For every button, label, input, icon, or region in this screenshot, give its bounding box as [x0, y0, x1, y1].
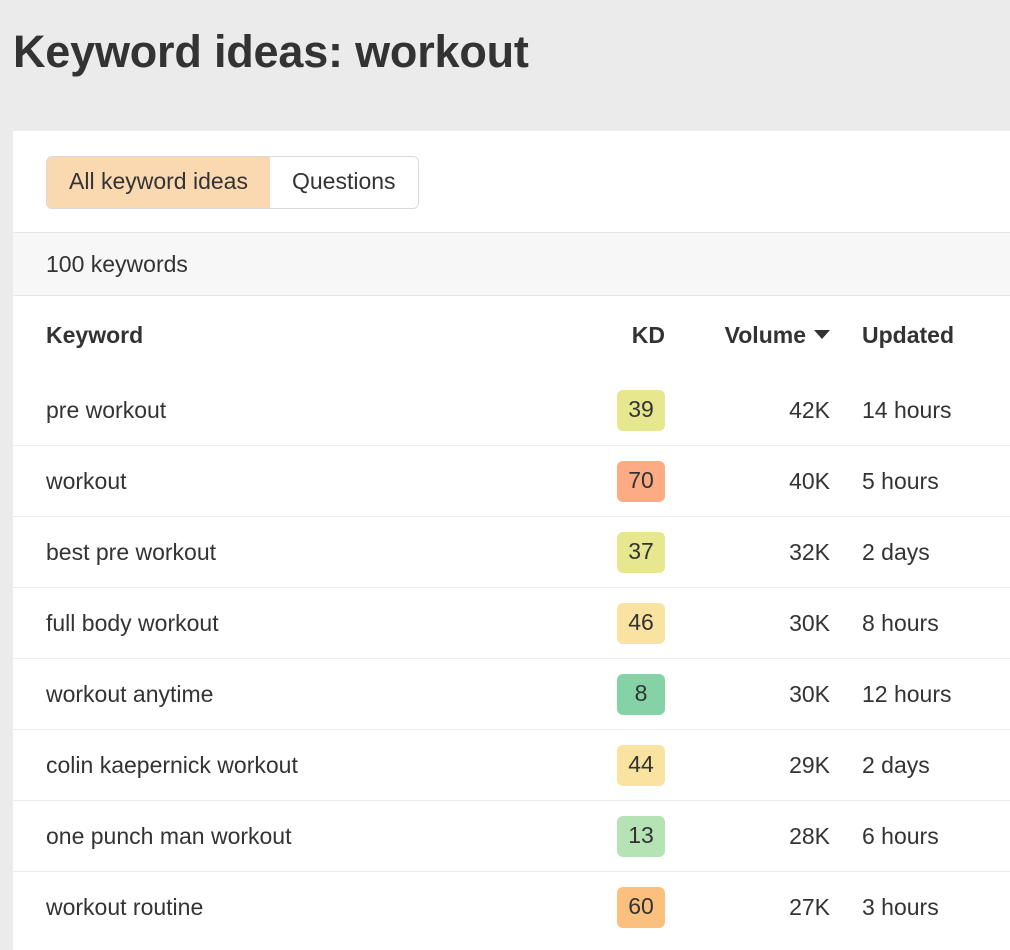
page-header: Keyword ideas: workout — [0, 0, 1010, 131]
cell-keyword[interactable]: best pre workout — [13, 517, 581, 588]
cell-keyword[interactable]: workout routine — [13, 872, 581, 943]
cell-kd: 8 — [581, 659, 665, 730]
cell-keyword[interactable]: one punch man workout — [13, 801, 581, 872]
cell-volume: 30K — [665, 659, 842, 730]
keyword-ideas-card: All keyword ideas Questions 100 keywords… — [13, 131, 1010, 950]
kd-badge: 70 — [617, 461, 665, 502]
cell-keyword[interactable]: full body workout — [13, 588, 581, 659]
cell-updated: 2 days — [842, 730, 1010, 801]
keyword-table-body: pre workout 3942K14 hours workout 7040K5 ho… — [13, 375, 1010, 942]
keyword-table: Keyword KD Volume Updated pre workout394… — [13, 296, 1010, 942]
caret-down-icon[interactable] — [814, 330, 830, 339]
kd-badge: 60 — [617, 887, 665, 928]
table-row[interactable]: workout anytime 830K12 hours — [13, 659, 1010, 730]
cell-keyword[interactable]: colin kaepernick workout — [13, 730, 581, 801]
kd-badge: 37 — [617, 532, 665, 573]
keyword-table-header: Keyword KD Volume Updated — [13, 296, 1010, 375]
cell-updated: 3 hours — [842, 872, 1010, 943]
table-row[interactable]: colin kaepernick workout 4429K2 days — [13, 730, 1010, 801]
cell-volume: 42K — [665, 375, 842, 446]
column-header-updated[interactable]: Updated — [842, 296, 1010, 375]
cell-keyword[interactable]: pre workout — [13, 375, 581, 446]
kd-badge: 13 — [617, 816, 665, 857]
table-row[interactable]: one punch man workout 1328K6 hours — [13, 801, 1010, 872]
cell-updated: 5 hours — [842, 446, 1010, 517]
column-header-keyword[interactable]: Keyword — [13, 296, 581, 375]
kd-badge: 39 — [617, 390, 665, 431]
cell-volume: 40K — [665, 446, 842, 517]
cell-kd: 39 — [581, 375, 665, 446]
table-row[interactable]: best pre workout 3732K2 days — [13, 517, 1010, 588]
table-header-row: Keyword KD Volume Updated — [13, 296, 1010, 375]
tab-all-keyword-ideas[interactable]: All keyword ideas — [47, 157, 270, 208]
column-header-volume[interactable]: Volume — [665, 296, 842, 375]
cell-updated: 14 hours — [842, 375, 1010, 446]
cell-updated: 2 days — [842, 517, 1010, 588]
kd-badge: 46 — [617, 603, 665, 644]
cell-keyword[interactable]: workout — [13, 446, 581, 517]
kd-badge: 44 — [617, 745, 665, 786]
cell-keyword[interactable]: workout anytime — [13, 659, 581, 730]
table-row[interactable]: pre workout 3942K14 hours — [13, 375, 1010, 446]
keyword-ideas-page: Keyword ideas: workout All keyword ideas… — [0, 0, 1010, 950]
column-header-volume-label: Volume — [725, 322, 806, 348]
cell-kd: 44 — [581, 730, 665, 801]
table-row[interactable]: workout 7040K5 hours — [13, 446, 1010, 517]
keyword-count-label: 100 keywords — [46, 251, 188, 278]
column-header-kd[interactable]: KD — [581, 296, 665, 375]
tab-group: All keyword ideas Questions — [46, 156, 419, 209]
cell-kd: 13 — [581, 801, 665, 872]
cell-updated: 6 hours — [842, 801, 1010, 872]
cell-volume: 27K — [665, 872, 842, 943]
cell-kd: 60 — [581, 872, 665, 943]
tabs-bar: All keyword ideas Questions — [13, 131, 1010, 232]
keyword-count-band: 100 keywords — [13, 232, 1010, 296]
cell-volume: 28K — [665, 801, 842, 872]
table-row[interactable]: full body workout 4630K8 hours — [13, 588, 1010, 659]
cell-volume: 32K — [665, 517, 842, 588]
cell-kd: 70 — [581, 446, 665, 517]
kd-badge: 8 — [617, 674, 665, 715]
cell-volume: 30K — [665, 588, 842, 659]
cell-updated: 12 hours — [842, 659, 1010, 730]
cell-volume: 29K — [665, 730, 842, 801]
tab-questions[interactable]: Questions — [270, 157, 418, 208]
page-title: Keyword ideas: workout — [13, 24, 1010, 80]
cell-kd: 46 — [581, 588, 665, 659]
cell-updated: 8 hours — [842, 588, 1010, 659]
cell-kd: 37 — [581, 517, 665, 588]
table-row[interactable]: workout routine 6027K3 hours — [13, 872, 1010, 943]
